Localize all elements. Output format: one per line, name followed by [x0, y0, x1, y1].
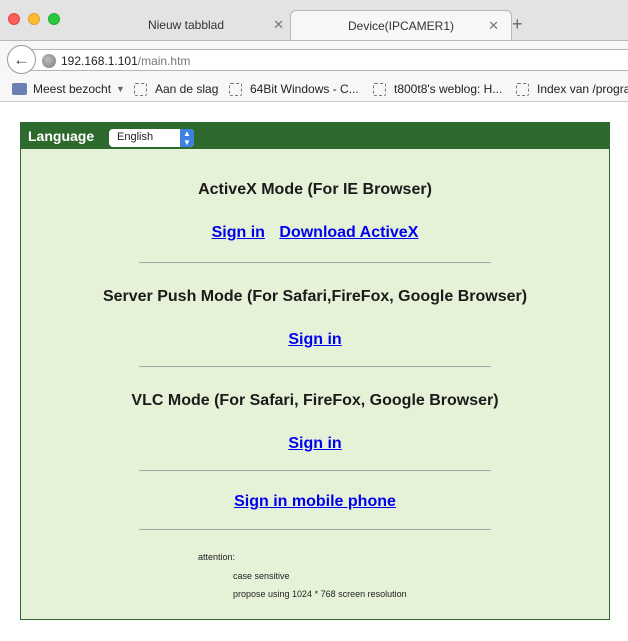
- url-path: /main.htm: [137, 54, 191, 68]
- activex-sign-in-link[interactable]: Sign in: [212, 224, 265, 241]
- mobile-sign-in-link[interactable]: Sign in mobile phone: [234, 493, 396, 510]
- language-bar: Language English ▲ ▼: [21, 123, 609, 149]
- language-label: Language: [28, 128, 95, 144]
- divider: [139, 262, 491, 263]
- close-tab-icon[interactable]: ✕: [488, 18, 499, 34]
- bookmark-label: Meest bezocht: [33, 82, 112, 96]
- url-text: 192.168.1.101/main.htm: [61, 54, 190, 68]
- bookmark-64bit-windows[interactable]: 64Bit Windows - C...: [229, 82, 359, 96]
- tab-label: Device(IPCAMER1): [347, 18, 455, 33]
- bookmark-label: Aan de slag: [155, 82, 219, 96]
- close-window-button[interactable]: [8, 13, 20, 25]
- tab-label: Nieuw tabblad: [147, 18, 225, 32]
- bookmark-icon: [373, 82, 386, 96]
- activex-links: Sign in Download ActiveX: [21, 224, 609, 242]
- divider: [139, 366, 491, 367]
- select-arrows-icon: ▲ ▼: [180, 129, 194, 147]
- server-push-sign-in-link[interactable]: Sign in: [288, 331, 341, 348]
- server-push-mode-heading: Server Push Mode (For Safari,FireFox, Go…: [102, 288, 528, 305]
- bookmark-label: t800t8's weblog: H...: [394, 82, 503, 96]
- mobile-links: Sign in mobile phone: [21, 493, 609, 511]
- bookmark-label: Index van /progra: [537, 82, 628, 96]
- divider: [139, 470, 491, 471]
- note-case-sensitive: case sensitive: [233, 571, 290, 581]
- note-resolution: propose using 1024 * 768 screen resoluti…: [233, 589, 407, 599]
- divider: [139, 529, 491, 530]
- bookmark-icon: [516, 82, 529, 96]
- address-bar[interactable]: 192.168.1.101/main.htm: [30, 49, 628, 71]
- bookmark-most-visited[interactable]: Meest bezocht ▼: [12, 82, 125, 96]
- download-activex-link[interactable]: Download ActiveX: [279, 224, 418, 241]
- globe-icon: [42, 54, 56, 68]
- server-push-links: Sign in: [21, 331, 609, 349]
- url-host: 192.168.1.101: [61, 54, 138, 68]
- navigation-bar: 192.168.1.101/main.htm ←: [0, 40, 628, 78]
- new-tab-button[interactable]: +: [512, 14, 523, 34]
- back-button[interactable]: ←: [7, 45, 36, 74]
- back-arrow-icon: ←: [13, 49, 30, 69]
- chevron-down-icon: ▼: [116, 84, 125, 94]
- vlc-mode-heading: VLC Mode (For Safari, FireFox, Google Br…: [131, 392, 499, 409]
- bookmarks-bar: Meest bezocht ▼ Aan de slag 64Bit Window…: [0, 78, 628, 102]
- tab-device[interactable]: Device(IPCAMER1) ✕: [290, 10, 512, 40]
- zoom-window-button[interactable]: [48, 13, 60, 25]
- tab-bar: Nieuw tabblad ✕ Device(IPCAMER1) ✕ +: [0, 0, 628, 40]
- folder-icon: [12, 83, 27, 95]
- bookmark-index[interactable]: Index van /progra: [516, 82, 628, 96]
- close-tab-icon[interactable]: ✕: [273, 17, 284, 33]
- bookmark-label: 64Bit Windows - C...: [250, 82, 359, 96]
- attention-label: attention:: [198, 552, 236, 562]
- vlc-links: Sign in: [21, 435, 609, 453]
- tab-new-tab[interactable]: Nieuw tabblad ✕: [76, 10, 296, 40]
- language-value: English: [117, 131, 154, 143]
- bookmark-icon: [134, 82, 147, 96]
- bookmark-icon: [229, 82, 242, 96]
- bookmark-getting-started[interactable]: Aan de slag: [134, 82, 218, 96]
- bookmark-weblog[interactable]: t800t8's weblog: H...: [373, 82, 502, 96]
- minimize-window-button[interactable]: [28, 13, 40, 25]
- language-select[interactable]: English ▲ ▼: [109, 129, 194, 147]
- activex-mode-heading: ActiveX Mode (For IE Browser): [198, 181, 432, 198]
- login-panel: Language English ▲ ▼ ActiveX Mode (For IE…: [20, 122, 610, 620]
- vlc-sign-in-link[interactable]: Sign in: [288, 435, 341, 452]
